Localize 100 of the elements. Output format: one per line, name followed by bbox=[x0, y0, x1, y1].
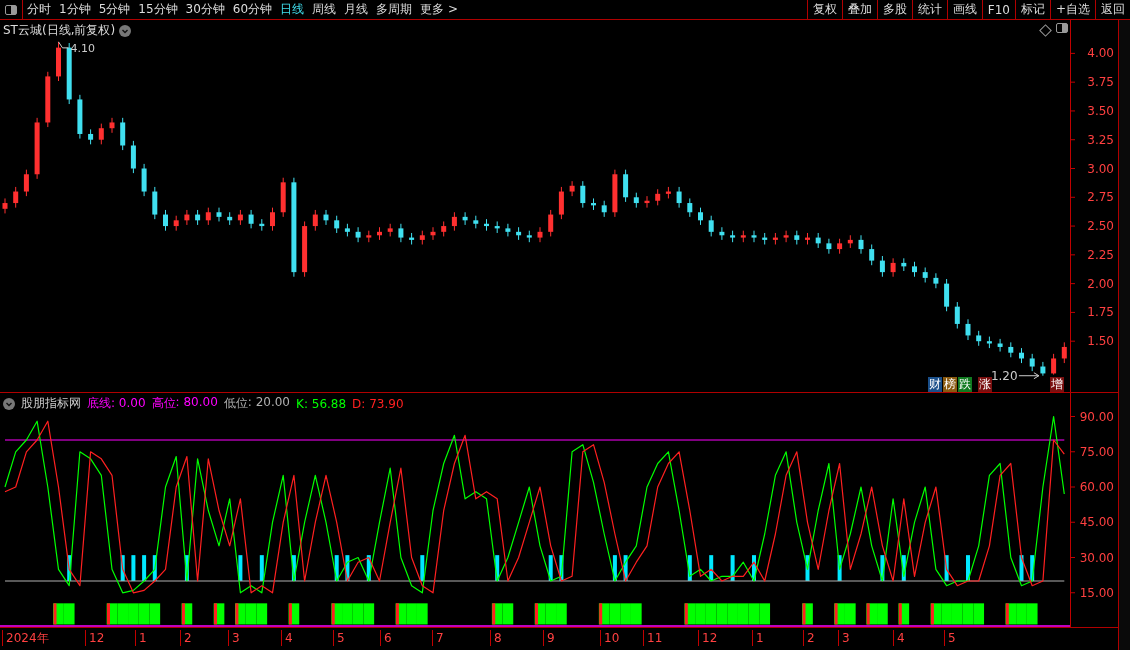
axis-label: 2.50 bbox=[1087, 219, 1114, 234]
legend-value: : 56.88 bbox=[303, 396, 347, 411]
period-tab[interactable]: 多周期 bbox=[372, 0, 417, 19]
period-tab[interactable]: 15分钟 bbox=[134, 0, 182, 19]
toolbar-button[interactable]: 标记 bbox=[1014, 0, 1050, 19]
period-tab[interactable]: 60分钟 bbox=[228, 0, 277, 19]
candle bbox=[783, 230, 789, 243]
signal-badge: 财 bbox=[928, 377, 942, 392]
candle bbox=[344, 223, 350, 237]
date-label: 5 bbox=[333, 630, 345, 646]
signal-bar bbox=[805, 555, 810, 581]
axis-label: 2.25 bbox=[1087, 247, 1114, 262]
candle bbox=[997, 338, 1003, 353]
candle bbox=[430, 226, 436, 241]
candle bbox=[762, 232, 768, 245]
signal-bar bbox=[880, 555, 885, 581]
candle bbox=[954, 301, 960, 330]
candle bbox=[451, 211, 457, 232]
candle bbox=[879, 255, 885, 278]
candle bbox=[591, 197, 596, 211]
candle bbox=[858, 234, 864, 255]
period-tab[interactable]: 5分钟 bbox=[94, 0, 135, 19]
candle bbox=[548, 209, 554, 237]
candle bbox=[944, 278, 950, 312]
toolbar-button[interactable]: 多股 bbox=[876, 0, 912, 19]
candle bbox=[580, 180, 586, 209]
legend-value: : 73.90 bbox=[361, 396, 404, 411]
candle bbox=[66, 42, 72, 105]
toolbar-button[interactable]: 统计 bbox=[911, 0, 947, 19]
toolbar-button[interactable]: 画线 bbox=[946, 0, 982, 19]
axis-label: 30.00 bbox=[1079, 550, 1114, 565]
candle bbox=[120, 117, 126, 151]
candle bbox=[740, 230, 746, 243]
period-tab[interactable]: 周线 bbox=[308, 0, 341, 19]
candle bbox=[922, 267, 928, 283]
date-label: 2 bbox=[803, 630, 815, 646]
candle bbox=[98, 123, 104, 145]
candle bbox=[13, 186, 19, 209]
chevron-icon[interactable] bbox=[119, 24, 132, 37]
chevron-icon[interactable] bbox=[3, 397, 15, 410]
candle bbox=[270, 207, 275, 232]
signal-bar bbox=[131, 555, 136, 581]
candle bbox=[516, 226, 522, 241]
axis-label: 2.75 bbox=[1087, 190, 1114, 205]
toolbar-button[interactable]: 叠加 bbox=[841, 0, 877, 19]
candle bbox=[719, 226, 725, 241]
candle bbox=[173, 215, 179, 232]
axis-label: 1.75 bbox=[1087, 305, 1114, 320]
toolbar-button[interactable]: 复权 bbox=[806, 0, 842, 19]
legend-value: : 80.00 bbox=[175, 395, 218, 411]
date-label: 6 bbox=[380, 630, 392, 646]
candle bbox=[280, 177, 286, 218]
toolbar-button[interactable]: +自选 bbox=[1049, 0, 1095, 19]
candle bbox=[141, 163, 147, 197]
signal-bar bbox=[142, 555, 147, 581]
candle bbox=[623, 169, 629, 203]
candle bbox=[312, 209, 318, 232]
axis-label: 45.00 bbox=[1079, 515, 1114, 530]
signal-bar bbox=[1030, 555, 1035, 581]
period-tab[interactable]: 更多 > bbox=[416, 0, 462, 19]
axis-label: 1.50 bbox=[1087, 334, 1114, 349]
candle bbox=[227, 211, 233, 226]
candle bbox=[805, 232, 810, 245]
candle bbox=[387, 223, 393, 237]
candle bbox=[526, 230, 532, 243]
candle bbox=[869, 244, 875, 266]
axis-label: 4.00 bbox=[1087, 46, 1114, 61]
signal-bar bbox=[709, 555, 714, 581]
period-tab[interactable]: 1分钟 bbox=[55, 0, 95, 19]
toolbar-button[interactable]: F10 bbox=[981, 0, 1015, 19]
period-tab[interactable]: 分时 bbox=[23, 0, 55, 19]
candle bbox=[847, 234, 853, 249]
signal-bar bbox=[345, 555, 350, 581]
date-label: 7 bbox=[432, 630, 444, 646]
candle bbox=[152, 186, 158, 220]
candle bbox=[259, 218, 265, 232]
axis-label: 3.75 bbox=[1087, 75, 1114, 90]
axis-label: 2.00 bbox=[1087, 276, 1114, 291]
toolbar-button[interactable]: 返回 bbox=[1095, 0, 1130, 19]
panel-toggle-icon[interactable] bbox=[1056, 23, 1068, 33]
candle bbox=[644, 195, 650, 209]
candle bbox=[1061, 341, 1067, 364]
date-label: 11 bbox=[643, 630, 663, 646]
signal-bar bbox=[944, 555, 949, 581]
date-label: 3 bbox=[228, 630, 240, 646]
signal-bar bbox=[495, 555, 500, 581]
period-tab[interactable]: 日线 bbox=[276, 0, 309, 19]
date-label: 1 bbox=[135, 630, 147, 646]
signal-bar bbox=[291, 555, 296, 581]
candle bbox=[1008, 341, 1014, 358]
period-tab[interactable]: 30分钟 bbox=[181, 0, 229, 19]
candle bbox=[1029, 353, 1035, 372]
candle bbox=[409, 232, 415, 245]
candle bbox=[794, 230, 800, 245]
candle bbox=[216, 207, 222, 222]
period-tab[interactable]: 月线 bbox=[340, 0, 373, 19]
candle bbox=[601, 200, 607, 218]
date-label: 2 bbox=[180, 630, 192, 646]
candle bbox=[612, 169, 618, 218]
signal-bar bbox=[687, 555, 692, 581]
